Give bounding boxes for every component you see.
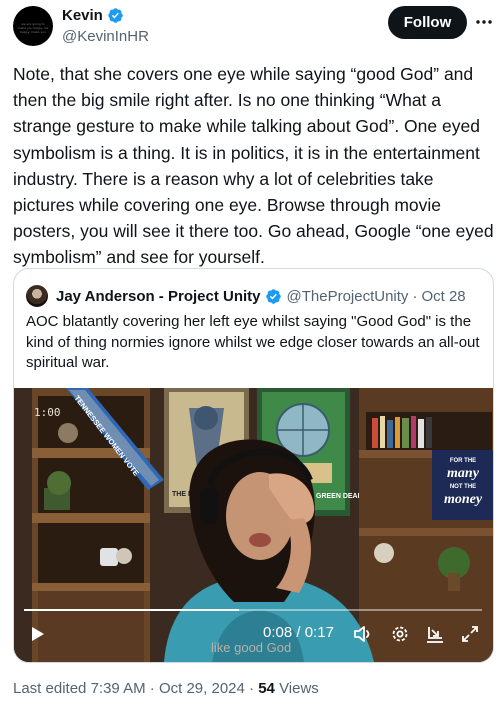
video-caption: like good God: [211, 640, 292, 655]
author-avatar[interactable]: we are going to make you happy, be happy…: [13, 6, 53, 46]
video-progress-bar[interactable]: [24, 609, 482, 611]
author-name-row: Kevin: [62, 6, 124, 25]
tweet-header: we are going to make you happy, be happy…: [0, 0, 500, 56]
video-time-separator: /: [292, 624, 305, 641]
video-frame: TENNESSEE WOMEN VOTE THE NEW GREEN DEAL: [14, 388, 493, 662]
sign-text-bottom: money: [444, 492, 483, 507]
meta-separator: ·: [249, 680, 255, 697]
meta-separator: ·: [149, 680, 155, 697]
quoted-author-handle[interactable]: @TheProjectUnity: [287, 288, 409, 305]
video-current-time: 0:08: [263, 624, 293, 641]
settings-gear-icon[interactable]: [389, 623, 411, 645]
quoted-date[interactable]: Oct 28: [421, 288, 465, 305]
verified-badge-icon: [108, 8, 123, 23]
quoted-header: Jay Anderson - Project Unity @TheProject…: [26, 285, 466, 307]
quoted-tweet[interactable]: Jay Anderson - Project Unity @TheProject…: [13, 268, 494, 663]
views-count: 54: [258, 680, 275, 697]
quoted-separator: ·: [412, 287, 418, 305]
video-progress-fill: [24, 609, 240, 611]
sign-text-low: NOT THE: [450, 484, 476, 490]
play-icon[interactable]: [28, 624, 48, 644]
edited-label[interactable]: Last edited: [13, 680, 86, 697]
follow-button[interactable]: Follow: [388, 6, 467, 39]
video-duration: 0:17: [304, 624, 334, 641]
volume-icon[interactable]: [352, 624, 374, 644]
avatar-caption: we are going to make you happy, be happy…: [17, 22, 49, 34]
video-player[interactable]: TENNESSEE WOMEN VOTE THE NEW GREEN DEAL: [14, 388, 493, 662]
sign-text-top: FOR THE: [450, 458, 476, 464]
quoted-avatar[interactable]: [26, 285, 48, 307]
more-options-icon[interactable]: [472, 10, 496, 34]
verified-badge-icon: [265, 288, 281, 304]
author-handle[interactable]: @KevinInHR: [62, 27, 149, 46]
quoted-author-name[interactable]: Jay Anderson - Project Unity: [56, 288, 261, 305]
sign-text-mid: many: [447, 466, 480, 481]
views-label: Views: [279, 680, 319, 697]
tweet-text: Note, that she covers one eye while sayi…: [13, 64, 494, 268]
tweet-meta: Last edited 7:39 AM · Oct 29, 2024 · 54 …: [13, 680, 319, 697]
video-corner-time: 1:00: [34, 406, 61, 419]
video-time: 0:08 / 0:17: [263, 624, 334, 641]
tweet-time[interactable]: 7:39 AM: [91, 680, 146, 697]
picture-in-picture-icon[interactable]: [424, 623, 446, 645]
fullscreen-icon[interactable]: [459, 623, 481, 645]
tweet-date[interactable]: Oct 29, 2024: [159, 680, 245, 697]
quoted-text: AOC blatantly covering her left eye whil…: [26, 313, 480, 371]
author-name[interactable]: Kevin: [62, 6, 103, 25]
poster-right-text: GREEN DEAL: [316, 493, 363, 500]
